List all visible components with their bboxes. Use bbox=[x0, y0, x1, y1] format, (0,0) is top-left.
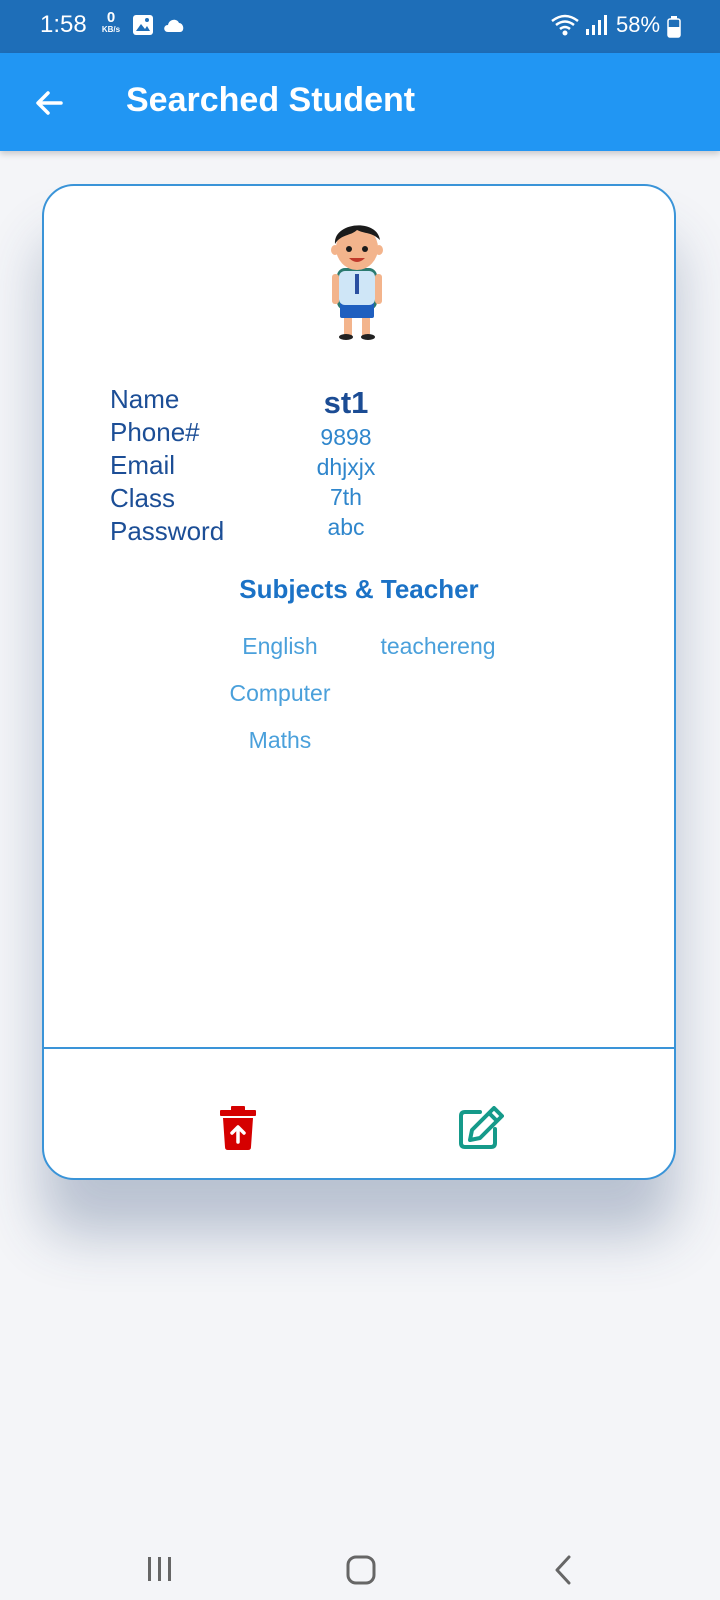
value-phone: 9898 bbox=[320, 424, 372, 450]
student-card: Name Phone# Email Class Password st1 989… bbox=[42, 184, 676, 1180]
gallery-icon bbox=[132, 14, 154, 41]
label-name: Name bbox=[110, 384, 180, 414]
cloud-icon bbox=[162, 16, 186, 39]
home-icon[interactable] bbox=[346, 1555, 376, 1590]
value-password: abc bbox=[327, 514, 365, 540]
value-class: 7th bbox=[330, 484, 362, 510]
label-phone: Phone# bbox=[110, 417, 200, 447]
wifi-icon bbox=[550, 13, 580, 42]
subjects-teacher-heading: Subjects & Teacher bbox=[239, 574, 479, 604]
teacher-english: teachereng bbox=[380, 633, 496, 659]
label-class: Class bbox=[110, 483, 176, 513]
value-email: dhjxjx bbox=[316, 454, 376, 480]
battery-icon bbox=[667, 16, 681, 43]
system-nav-bar bbox=[0, 1512, 720, 1600]
status-bar: 1:58 0 KB/s 58% bbox=[0, 0, 720, 53]
network-speed-value: 0 bbox=[106, 9, 116, 26]
subject-english: English bbox=[242, 633, 318, 659]
student-avatar bbox=[327, 216, 387, 346]
card-divider bbox=[44, 1047, 674, 1049]
signal-icon bbox=[585, 14, 609, 41]
network-speed-unit: KB/s bbox=[101, 25, 121, 34]
status-time: 1:58 bbox=[40, 11, 87, 38]
nav-back-icon[interactable] bbox=[553, 1555, 573, 1590]
recent-apps-icon[interactable] bbox=[146, 1556, 174, 1587]
value-name: st1 bbox=[323, 385, 369, 420]
network-speed: 0 KB/s bbox=[98, 10, 124, 34]
edit-button[interactable] bbox=[458, 1106, 504, 1155]
battery-percent: 58% bbox=[616, 12, 661, 37]
subject-maths: Maths bbox=[248, 727, 312, 753]
trash-icon bbox=[220, 1106, 256, 1154]
app-bar: Searched Student bbox=[0, 53, 720, 151]
label-email: Email bbox=[110, 450, 176, 480]
subject-computer: Computer bbox=[229, 680, 331, 706]
delete-button[interactable] bbox=[220, 1106, 256, 1155]
edit-icon bbox=[458, 1106, 504, 1154]
page-title: Searched Student bbox=[126, 81, 416, 119]
label-password: Password bbox=[110, 516, 225, 546]
back-arrow-icon[interactable] bbox=[30, 84, 68, 122]
